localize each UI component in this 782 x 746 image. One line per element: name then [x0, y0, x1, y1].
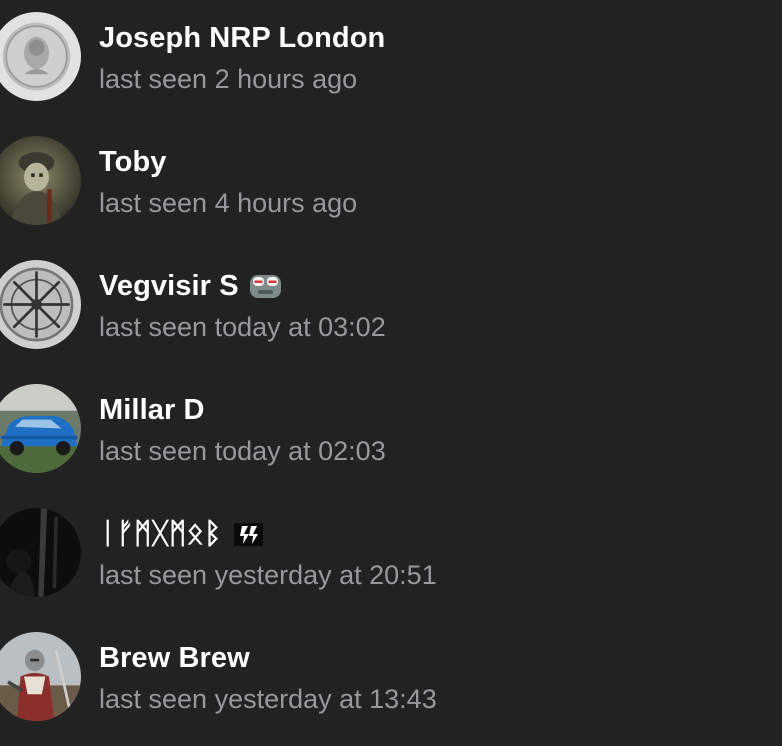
last-seen-status: last seen yesterday at 20:51 — [99, 560, 437, 590]
last-seen-status: last seen today at 03:02 — [99, 312, 386, 342]
contact-name: Millar D — [99, 393, 205, 426]
last-seen-status: last seen 2 hours ago — [99, 64, 358, 94]
dark-avatar-icon — [0, 508, 81, 597]
contact-row-joseph[interactable]: Joseph NRP London last seen 2 hours ago — [0, 0, 782, 124]
coin-avatar-icon — [0, 12, 81, 101]
contact-name: Joseph NRP London — [99, 21, 386, 54]
last-seen-status: last seen yesterday at 13:43 — [99, 684, 437, 714]
knight-avatar-icon — [0, 632, 81, 721]
last-seen-status: last seen today at 02:03 — [99, 436, 386, 466]
car-avatar-icon — [0, 384, 81, 473]
contact-list: Joseph NRP London last seen 2 hours ago — [0, 0, 782, 746]
last-seen-status: last seen 4 hours ago — [99, 188, 358, 218]
contact-name: Brew Brew — [99, 641, 250, 674]
flag-emoji-icon — [232, 520, 265, 548]
soldier-avatar-icon — [0, 136, 81, 225]
vegvisir-avatar-icon — [0, 260, 81, 349]
no-entry-emoji-icon — [249, 272, 282, 300]
contact-name: Vegvisir S — [99, 269, 239, 302]
contact-row-brew[interactable]: Brew Brew last seen yesterday at 13:43 — [0, 620, 782, 744]
contact-row-vegvisir[interactable]: Vegvisir S last seen today at 03:02 — [0, 248, 782, 372]
contact-row-millar[interactable]: Millar D last seen today at 02:03 — [0, 372, 782, 496]
contact-name: ᛁᚠᛗᚷᛗᛟᛒ — [99, 517, 222, 550]
contact-name: Toby — [99, 145, 167, 178]
contact-row-runes[interactable]: ᛁᚠᛗᚷᛗᛟᛒ last seen yesterday at 20:51 — [0, 496, 782, 620]
contact-row-toby[interactable]: Toby last seen 4 hours ago — [0, 124, 782, 248]
